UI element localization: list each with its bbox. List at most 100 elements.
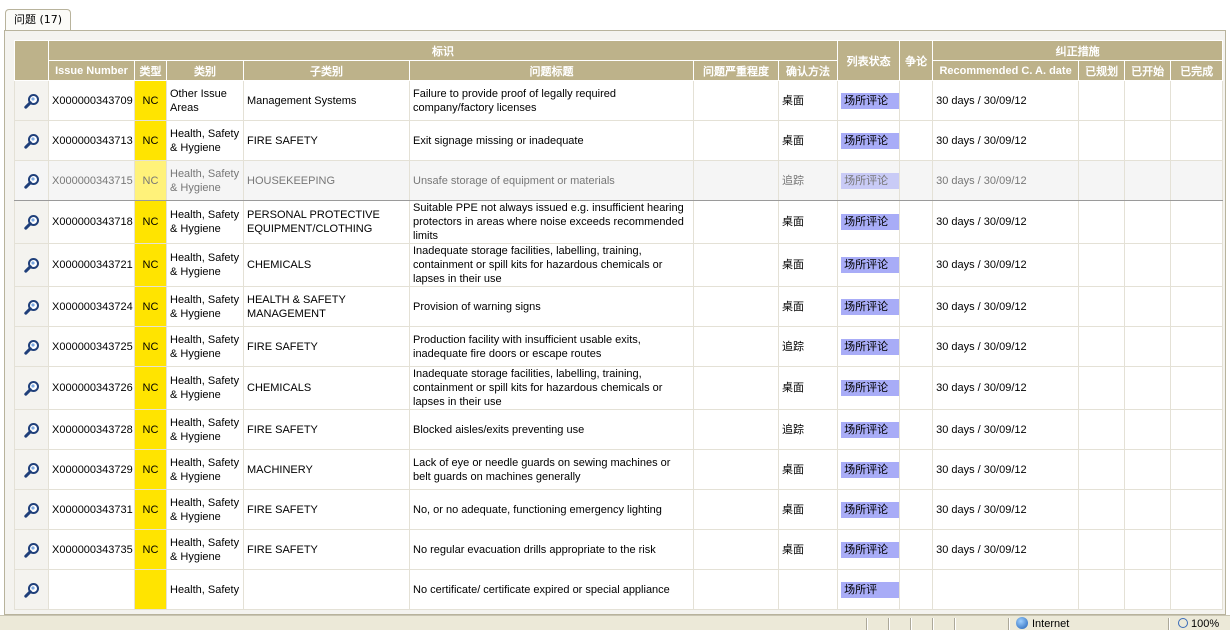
header-recommended-date[interactable]: Recommended C. A. date <box>932 60 1080 81</box>
issue-subcategory: FIRE SAFETY <box>243 326 410 367</box>
view-issue-button[interactable] <box>14 529 49 570</box>
header-list-status[interactable]: 列表状态 <box>837 40 901 81</box>
issue-type-badge: NC <box>134 286 167 327</box>
planned-cell <box>1078 449 1126 490</box>
header-type[interactable]: 类型 <box>134 60 167 81</box>
tab-issues[interactable]: 问题 (17) <box>5 9 72 30</box>
list-status: 场所评论 <box>837 160 901 201</box>
recommended-date: 30 days / 30/09/12 <box>932 366 1080 410</box>
issue-title: Suitable PPE not always issued e.g. insu… <box>409 200 694 244</box>
completed-cell <box>1170 529 1224 570</box>
completed-cell <box>1170 80 1224 121</box>
confirm-method: 桌面 <box>777 366 839 410</box>
issue-severity <box>693 366 779 410</box>
issue-type-badge: NC <box>134 489 167 530</box>
dispute-cell <box>899 80 934 121</box>
table-row[interactable]: X000000343731 NC Health, Safety & Hygiene F… <box>14 489 1224 530</box>
dispute-cell <box>899 160 934 201</box>
issue-category: Health, Safety & Hygiene <box>166 366 244 410</box>
header-planned[interactable]: 已规划 <box>1078 60 1126 81</box>
issue-category: Health, Safety & Hygiene <box>166 409 244 450</box>
started-cell <box>1124 200 1172 244</box>
confirm-method: 桌面 <box>777 449 839 490</box>
issue-category: Other Issue Areas <box>166 80 244 121</box>
issue-subcategory: PERSONAL PROTECTIVE EQUIPMENT/CLOTHING <box>243 200 410 244</box>
view-issue-button[interactable] <box>14 489 49 530</box>
completed-cell <box>1170 366 1224 410</box>
issue-severity <box>693 326 779 367</box>
issue-subcategory: HEALTH & SAFETY MANAGEMENT <box>243 286 410 327</box>
confirm-method: 追踪 <box>777 160 839 201</box>
header-severity[interactable]: 问题严重程度 <box>693 60 779 81</box>
status-badge: 场所评论 <box>841 541 899 558</box>
header-dispute[interactable]: 争论 <box>899 40 934 81</box>
dispute-cell <box>899 326 934 367</box>
table-row[interactable]: X000000343715 NC Health, Safety & Hygiene H… <box>14 160 1224 201</box>
table-row[interactable]: X000000343728 NC Health, Safety & Hygiene F… <box>14 409 1224 450</box>
view-issue-button[interactable] <box>14 243 49 287</box>
view-issue-button[interactable] <box>14 120 49 161</box>
list-status: 场所评论 <box>837 529 901 570</box>
recommended-date <box>932 569 1080 610</box>
list-status: 场所评论 <box>837 449 901 490</box>
view-issue-button[interactable] <box>14 409 49 450</box>
view-issue-button[interactable] <box>14 160 49 201</box>
header-issue-number[interactable]: Issue Number <box>48 60 135 81</box>
table-row[interactable]: X000000343709 NC Other Issue Areas Manageme… <box>14 80 1224 121</box>
header-subcategory[interactable]: 子类别 <box>243 60 410 81</box>
magnifier-icon <box>23 582 40 598</box>
status-badge: 场所评论 <box>841 338 899 355</box>
table-row[interactable]: X000000343726 NC Health, Safety & Hygiene C… <box>14 366 1224 410</box>
recommended-date: 30 days / 30/09/12 <box>932 200 1080 244</box>
issue-severity <box>693 243 779 287</box>
table-row[interactable]: Health, Safety No certificate/ certificat… <box>14 569 1224 610</box>
confirm-method <box>777 569 839 610</box>
list-status: 场所评论 <box>837 286 901 327</box>
table-row[interactable]: X000000343724 NC Health, Safety & Hygiene H… <box>14 286 1224 327</box>
header-category[interactable]: 类别 <box>166 60 244 81</box>
planned-cell <box>1078 529 1126 570</box>
issue-title: Inadequate storage facilities, labelling… <box>409 243 694 287</box>
issue-title: Production facility with insufficient us… <box>409 326 694 367</box>
issue-subcategory: CHEMICALS <box>243 243 410 287</box>
table-row[interactable]: X000000343718 NC Health, Safety & Hygiene P… <box>14 200 1224 244</box>
confirm-method: 桌面 <box>777 200 839 244</box>
zoom-control[interactable]: 100% <box>1178 616 1219 630</box>
table-row[interactable]: X000000343713 NC Health, Safety & Hygiene F… <box>14 120 1224 161</box>
view-issue-button[interactable] <box>14 569 49 610</box>
dispute-cell <box>899 366 934 410</box>
header-started[interactable]: 已开始 <box>1124 60 1172 81</box>
header-method[interactable]: 确认方法 <box>777 60 839 81</box>
status-badge: 场所评论 <box>841 501 899 518</box>
status-divider <box>954 618 956 630</box>
table-row[interactable]: X000000343735 NC Health, Safety & Hygiene F… <box>14 529 1224 570</box>
issue-number: X000000343731 <box>48 489 135 530</box>
table-row[interactable]: X000000343729 NC Health, Safety & Hygiene M… <box>14 449 1224 490</box>
header-title[interactable]: 问题标题 <box>409 60 694 81</box>
magnifier-icon <box>23 462 40 478</box>
view-issue-button[interactable] <box>14 80 49 121</box>
view-issue-button[interactable] <box>14 200 49 244</box>
dispute-cell <box>899 489 934 530</box>
planned-cell <box>1078 489 1126 530</box>
issue-category: Health, Safety <box>166 569 244 610</box>
view-issue-button[interactable] <box>14 449 49 490</box>
completed-cell <box>1170 243 1224 287</box>
list-status: 场所评论 <box>837 409 901 450</box>
list-status: 场所评论 <box>837 120 901 161</box>
issue-type-badge: NC <box>134 160 167 201</box>
issue-number: X000000343726 <box>48 366 135 410</box>
issue-category: Health, Safety & Hygiene <box>166 286 244 327</box>
status-badge: 场所评论 <box>841 298 899 315</box>
view-issue-button[interactable] <box>14 326 49 367</box>
view-issue-button[interactable] <box>14 366 49 410</box>
header-completed[interactable]: 已完成 <box>1170 60 1224 81</box>
table-row[interactable]: X000000343725 NC Health, Safety & Hygiene F… <box>14 326 1224 367</box>
view-issue-button[interactable] <box>14 286 49 327</box>
list-status: 场所评论 <box>837 80 901 121</box>
magnifier-icon <box>23 133 40 149</box>
issue-category: Health, Safety & Hygiene <box>166 449 244 490</box>
issue-number: X000000343728 <box>48 409 135 450</box>
table-row[interactable]: X000000343721 NC Health, Safety & Hygiene C… <box>14 243 1224 287</box>
magnifier-icon <box>23 299 40 315</box>
